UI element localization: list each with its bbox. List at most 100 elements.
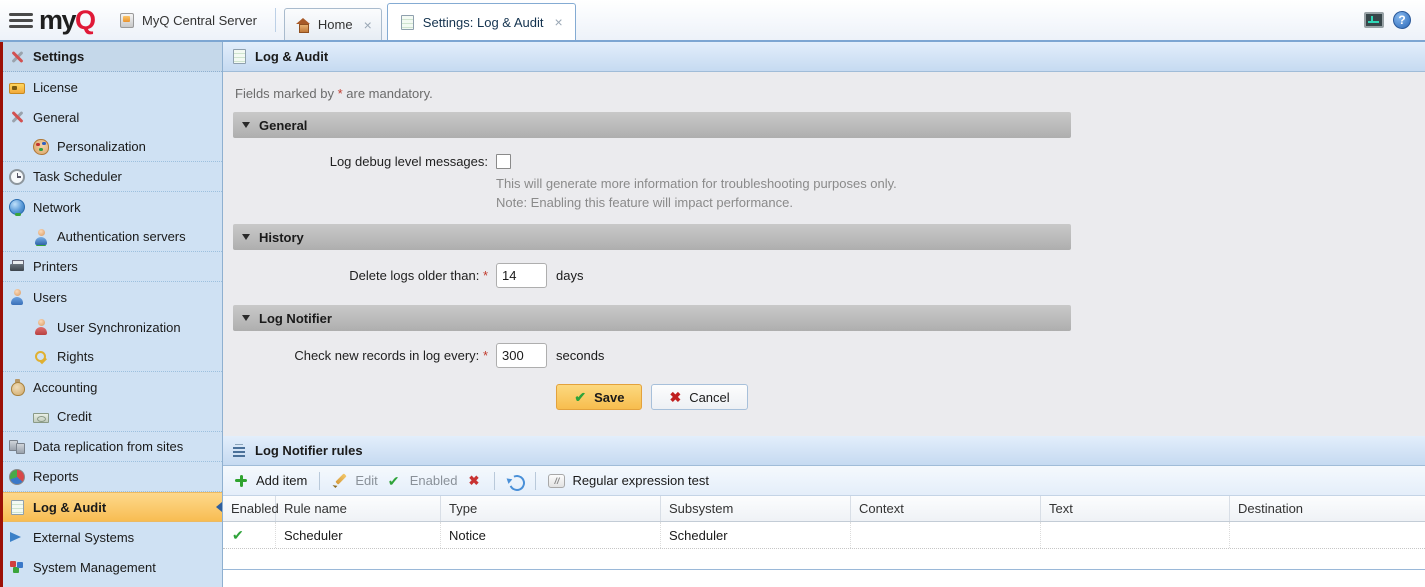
sidebar-item-user-synchronization[interactable]: User Synchronization [3,312,222,342]
clock-icon [9,169,25,185]
cell-text: Scheduler [669,528,728,543]
credit-icon [33,413,49,423]
column-header-type[interactable]: Type [441,496,661,521]
column-header-label: Context [859,501,904,516]
rules-table-body: SchedulerNoticeScheduler [223,522,1425,587]
save-button-label: Save [594,390,624,405]
toolbar-separator [319,472,320,490]
check-records-row: Check new records in log every: * second… [233,343,1071,368]
delete-button[interactable] [466,473,482,489]
delete-logs-label: Delete logs older than: * [233,268,488,283]
sidebar-header-settings[interactable]: Settings [3,42,222,72]
collapse-triangle-icon [242,234,250,240]
sidebar-item-personalization[interactable]: Personalization [3,132,222,162]
sidebar-item-users[interactable]: Users [3,282,222,312]
help-icon[interactable] [1393,11,1411,29]
replication-icon [9,439,25,455]
printer-icon [9,259,25,275]
sidebar-item-external-systems[interactable]: External Systems [3,522,222,552]
column-header-context[interactable]: Context [851,496,1041,521]
tab-close-icon[interactable]: × [555,15,563,29]
note-suffix: are mandatory. [343,86,433,101]
add-item-button[interactable]: Add item [233,473,307,489]
sidebar-item-accounting[interactable]: Accounting [3,372,222,402]
mandatory-note: Fields marked by * are mandatory. [223,72,1425,112]
delete-icon [466,473,482,489]
log-notifier-rules-panel: Log Notifier rules Add itemEditEnabledRe… [223,436,1425,587]
column-header-label: Enabled [231,501,279,516]
column-header-label: Destination [1238,501,1303,516]
regular-expression-test-button[interactable]: Regular expression test [548,473,709,488]
cell-enabled [223,522,276,548]
sidebar-item-system-management[interactable]: System Management [3,552,222,582]
header-actions [1364,0,1425,40]
sidebar-item-label: Data replication from sites [33,439,183,454]
sidebar-item-label: Printers [33,259,78,274]
cancel-button[interactable]: ✖ Cancel [651,384,747,410]
tab-label: Settings: Log & Audit [423,15,544,30]
regex-icon [548,474,565,488]
toolbar-button-label: Enabled [410,473,458,488]
tools-icon [9,109,25,125]
sidebar-item-rights[interactable]: Rights [3,342,222,372]
collapse-triangle-icon [242,122,250,128]
enabled-button[interactable]: Enabled [387,473,458,489]
rules-table-header: EnabledRule name Type Subsystem Context Text… [223,496,1425,522]
debug-messages-label: Log debug level messages: [233,154,488,169]
main-menu-button[interactable] [0,0,39,40]
save-button[interactable]: ✔ Save [556,384,642,410]
cancel-button-label: Cancel [689,390,729,405]
sidebar-item-printers[interactable]: Printers [3,252,222,282]
sidebar-item-label: Credit [57,409,92,424]
column-header-text[interactable]: Text [1041,496,1230,521]
accounting-icon [9,379,25,395]
edit-button[interactable]: Edit [332,473,377,489]
rules-list-icon [231,443,247,459]
toolbar-button-label: Edit [355,473,377,488]
table-row[interactable]: SchedulerNoticeScheduler [223,522,1425,549]
tab-home[interactable]: Home× [284,8,382,40]
tab-close-icon[interactable]: × [364,18,372,32]
sidebar-item-label: License [33,80,78,95]
sidebar-item-credit[interactable]: Credit [3,402,222,432]
main-panel: Log & Audit Fields marked by * are manda… [223,42,1425,587]
section-title: General [259,118,307,133]
sidebar-item-log-audit[interactable]: Log & Audit [3,492,222,522]
section-header-log-notifier[interactable]: Log Notifier [233,305,1071,331]
logo-text-q: Q [75,7,95,34]
delete-logs-input[interactable] [496,263,547,288]
check-icon [231,527,247,543]
sidebar-item-authentication-servers[interactable]: Authentication servers [3,222,222,252]
check-records-input[interactable] [496,343,547,368]
refresh-button[interactable] [507,473,523,489]
sidebar-item-label: Log & Audit [33,500,106,515]
toolbar-separator [494,472,495,490]
toolbar-button-label: Add item [256,473,307,488]
column-header-destination[interactable]: Destination [1230,496,1425,521]
cell: Scheduler [276,522,441,548]
palette-icon [33,139,49,155]
sidebar-item-reports[interactable]: Reports [3,462,222,492]
section-title: History [259,230,304,245]
collapse-triangle-icon [242,315,250,321]
external-icon [9,529,25,545]
column-header-label: Type [449,501,477,516]
system-monitor-icon[interactable] [1364,12,1384,28]
sidebar-item-general[interactable]: General [3,102,222,132]
column-header-subsystem[interactable]: Subsystem [661,496,851,521]
sidebar-item-license[interactable]: License [3,72,222,102]
tab-settings-log-audit[interactable]: Settings: Log & Audit × [387,3,576,40]
rules-toolbar: Add item Edit Enabled Regular expression te… [223,466,1425,496]
column-header-enabled[interactable]: Enabled [223,496,276,521]
section-header-history[interactable]: History [233,224,1071,250]
toolbar-button-label: Regular expression test [572,473,709,488]
sidebar-item-network[interactable]: Network [3,192,222,222]
column-header-rule-name[interactable]: Rule name [276,496,441,521]
user-sync-icon [33,319,49,335]
sidebar-item-data-replication-from-sites[interactable]: Data replication from sites [3,432,222,462]
column-header-label: Subsystem [669,501,733,516]
check-records-label: Check new records in log every: * [233,348,488,363]
debug-messages-checkbox[interactable] [496,154,511,169]
sidebar-item-task-scheduler[interactable]: Task Scheduler [3,162,222,192]
section-header-general[interactable]: General [233,112,1071,138]
